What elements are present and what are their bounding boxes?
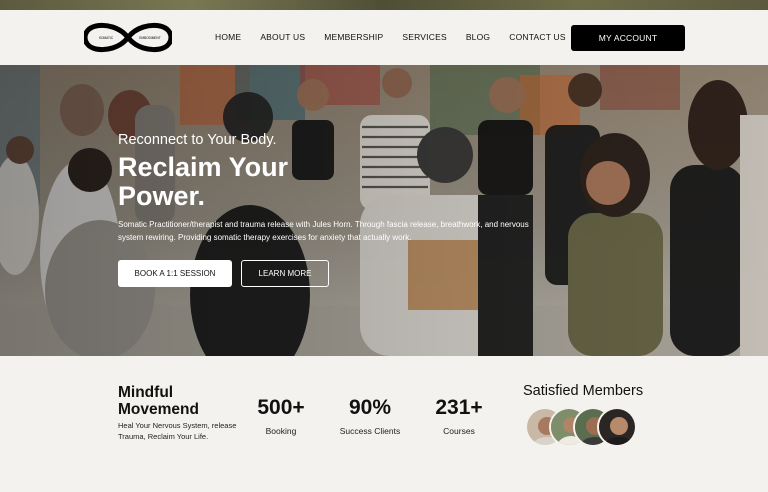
stat-success-clients: 90% Success Clients [330, 396, 410, 436]
book-session-button[interactable]: BOOK A 1:1 SESSION [118, 260, 232, 287]
nav-about-us[interactable]: ABOUT US [260, 32, 305, 42]
stat-label: Booking [265, 426, 297, 436]
brand-title: Mindful Movemend [118, 384, 199, 418]
hero-eyebrow: Reconnect to Your Body. [118, 132, 277, 148]
nav-membership[interactable]: MEMBERSHIP [324, 32, 383, 42]
member-avatars [525, 407, 645, 449]
hero-background-photo [0, 65, 768, 356]
main-nav: HOME ABOUT US MEMBERSHIP SERVICES BLOG C… [215, 32, 585, 42]
logo-right-text: EMBODIMENT [139, 36, 161, 40]
nav-contact-us[interactable]: CONTACT US [509, 32, 565, 42]
nav-home[interactable]: HOME [215, 32, 241, 42]
infinity-icon: SOMATIC EMBODIMENT [82, 22, 174, 53]
my-account-button[interactable]: MY ACCOUNT [571, 25, 685, 51]
avatar [597, 407, 637, 447]
infinity-logo[interactable]: SOMATIC EMBODIMENT [82, 22, 174, 53]
nav-services[interactable]: SERVICES [402, 32, 446, 42]
stat-value: 500+ [257, 396, 305, 419]
logo-left-text: SOMATIC [99, 36, 114, 40]
stat-value: 231+ [435, 396, 483, 419]
hero-description: Somatic Practitioner/therapist and traum… [118, 220, 529, 242]
hero-section: Reconnect to Your Body. Reclaim Your Pow… [0, 65, 768, 356]
hero-headline: Reclaim Your Power. [118, 152, 289, 211]
stat-label: Success Clients [339, 426, 401, 436]
nav-blog[interactable]: BLOG [466, 32, 490, 42]
learn-more-button[interactable]: LEARN MORE [241, 260, 329, 287]
stat-booking: 500+ Booking [252, 396, 310, 436]
brand-tagline: Heal Your Nervous System, release Trauma… [118, 421, 237, 441]
site-header: SOMATIC EMBODIMENT HOME ABOUT US MEMBERS… [0, 10, 768, 65]
top-decorative-strip [0, 0, 768, 10]
stat-label: Courses [443, 426, 475, 436]
stat-courses: 231+ Courses [430, 396, 488, 436]
stat-value: 90% [348, 396, 392, 419]
members-title: Satisfied Members [523, 383, 644, 399]
stats-section: Mindful Movemend Heal Your Nervous Syste… [0, 356, 768, 492]
